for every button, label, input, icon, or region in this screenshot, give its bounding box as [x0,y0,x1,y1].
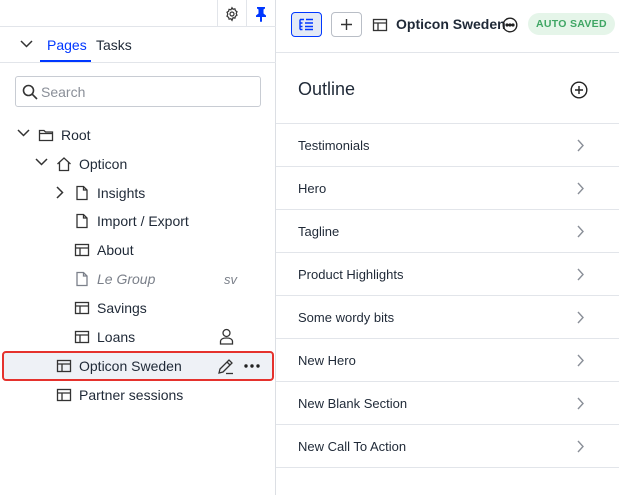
chevron-down-icon[interactable] [35,158,48,166]
tree-item-about[interactable]: About [0,236,276,265]
tree-item-label: Import / Export [97,213,189,229]
more-options-icon[interactable] [244,364,260,368]
tab-pages[interactable]: Pages [47,37,87,53]
outline-section-new-blank-section[interactable]: New Blank Section [276,382,619,425]
chevron-down-icon[interactable] [17,129,30,137]
section-label: New Call To Action [298,439,407,454]
chevron-right-icon [577,397,584,410]
outline-title: Outline [298,79,356,99]
outline-section-hero[interactable]: Hero [276,167,619,210]
tree-item-label: Loans [97,329,136,345]
page-icon [76,185,88,201]
active-tab-indicator [40,60,91,62]
outline-section-new-call-to-action[interactable]: New Call To Action [276,425,619,468]
pencil-icon[interactable] [217,358,234,375]
tree-item-label: Savings [97,300,147,316]
pin-panel-button[interactable] [246,0,274,27]
tree-item-label: Insights [97,185,146,201]
panel-tabs: Pages Tasks [0,27,276,63]
section-label: Some wordy bits [298,310,395,325]
section-label: New Blank Section [298,396,408,411]
chevron-right-icon [577,440,584,453]
search-box [15,76,261,107]
outline-section-tagline[interactable]: Tagline [276,210,619,253]
outline-toggle-button[interactable] [291,12,322,37]
chevron-right-icon [577,268,584,281]
chevron-right-icon [577,139,584,152]
section-label: New Hero [298,353,356,368]
more-options-circle-icon[interactable] [502,17,518,33]
layout-icon [74,330,90,344]
layout-icon [56,388,72,402]
chevron-right-icon[interactable] [56,186,64,199]
tree-item-opticon[interactable]: Opticon [0,150,276,179]
chevron-down-icon[interactable] [20,40,33,48]
language-tag: sv [224,272,237,287]
outline-panel: Opticon Sweden AUTO SAVED Outline Testim… [276,0,619,495]
user-icon [219,328,234,345]
outline-section-testimonials[interactable]: Testimonials [276,124,619,167]
tab-tasks[interactable]: Tasks [96,37,132,53]
layout-icon [74,243,90,257]
section-label: Tagline [298,224,340,239]
add-block-button[interactable] [331,12,362,37]
tree-item-insights[interactable]: Insights [0,179,276,208]
outline-list-icon [299,18,313,31]
tree-item-label: Root [61,127,91,143]
tree-item-label: Partner sessions [79,387,184,403]
chevron-right-icon [577,311,584,324]
outline-section-new-hero[interactable]: New Hero [276,339,619,382]
tree-item-savings[interactable]: Savings [0,294,276,323]
tree-item-partner-sessions[interactable]: Partner sessions [0,381,276,410]
layout-icon [56,359,72,373]
panel-toolbar [0,0,276,27]
page-title: Opticon Sweden [396,16,506,32]
page-tree-panel: Pages Tasks Root Opticon [0,0,276,495]
gear-icon [225,5,238,22]
tree-item-label: Opticon Sweden [79,358,182,374]
chevron-right-icon [577,225,584,238]
page-icon [76,271,88,287]
tree-item-le-group[interactable]: Le Group sv [0,265,276,294]
add-section-icon[interactable] [570,81,588,99]
tree-item-label: About [97,242,134,258]
cms-editor: Pages Tasks Root Opticon [0,0,619,495]
home-icon [57,157,71,172]
settings-button[interactable] [217,0,245,27]
tree-item-loans[interactable]: Loans [0,323,276,352]
layout-icon [74,301,90,315]
section-label: Product Highlights [298,267,404,282]
plus-icon [341,19,352,30]
page-icon [76,213,88,229]
tree-item-import-export[interactable]: Import / Export [0,207,276,236]
chevron-right-icon [577,354,584,367]
section-label: Hero [298,181,327,196]
tree-item-label: Le Group [97,271,156,287]
pin-icon [255,6,266,22]
tree-item-label: Opticon [79,156,128,172]
tree-item-opticon-sweden[interactable]: Opticon Sweden [0,352,276,381]
outline-section-some-wordy-bits[interactable]: Some wordy bits [276,296,619,339]
chevron-right-icon [577,182,584,195]
search-icon [22,84,38,100]
layout-icon [372,18,388,32]
search-input[interactable] [41,78,241,105]
outline-section-product-highlights[interactable]: Product Highlights [276,253,619,296]
outline-header: Outline [276,52,619,124]
editor-toolbar: Opticon Sweden AUTO SAVED [276,0,619,52]
section-label: Testimonials [298,138,370,153]
folder-icon [38,129,54,142]
tree-item-root[interactable]: Root [0,121,276,150]
status-badge: AUTO SAVED [528,13,615,35]
